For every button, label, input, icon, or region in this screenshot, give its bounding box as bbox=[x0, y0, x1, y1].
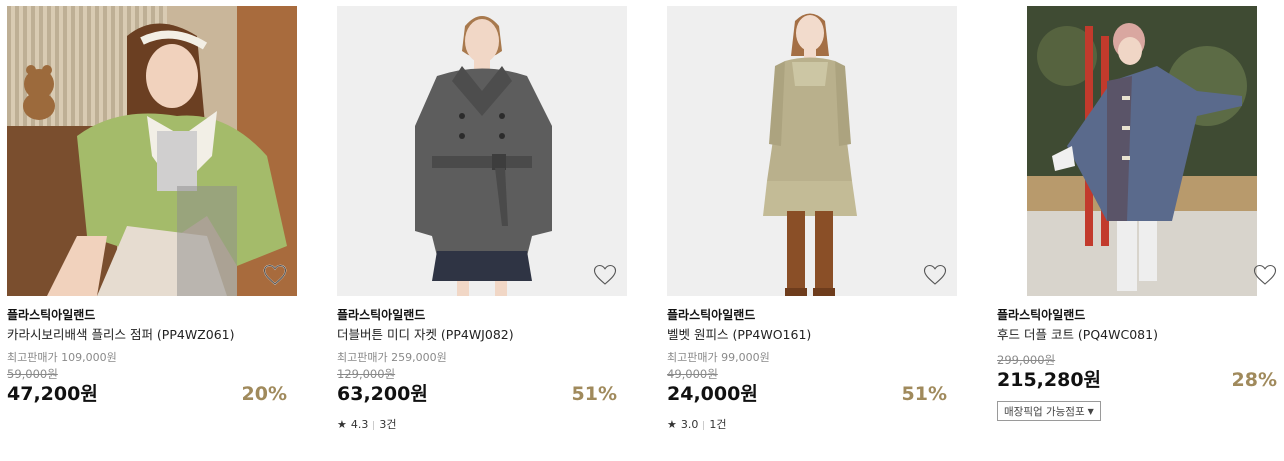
discount-rate: 51% bbox=[901, 383, 947, 405]
pickup-label: 매장픽업 가능점포 bbox=[1004, 405, 1085, 418]
product-photo-green-fleece-jacket bbox=[7, 6, 297, 296]
rating-score: 4.3 bbox=[350, 418, 369, 431]
sale-price: 215,280원 bbox=[997, 369, 1102, 391]
product-photo-hooded-duffle-coat bbox=[997, 6, 1284, 296]
rating-score: 3.0 bbox=[680, 418, 699, 431]
discount-rate: 51% bbox=[571, 383, 617, 405]
product-image[interactable] bbox=[667, 6, 957, 296]
product-name[interactable]: 후드 더플 코트 (PQ4WC081) bbox=[997, 327, 1284, 343]
product-image[interactable] bbox=[337, 6, 627, 296]
original-price: 49,000원 bbox=[667, 367, 718, 381]
store-pickup-dropdown[interactable]: 매장픽업 가능점포 ▼ bbox=[997, 401, 1101, 421]
brand-name[interactable]: 플라스틱아일랜드 bbox=[997, 307, 1284, 323]
discount-rate: 20% bbox=[241, 383, 287, 405]
triangle-down-icon: ▼ bbox=[1087, 406, 1094, 416]
original-price: 299,000원 bbox=[997, 353, 1056, 367]
sale-price: 47,200원 bbox=[7, 383, 98, 405]
product-card[interactable]: 플라스틱아일랜드 더블버튼 미디 자켓 (PP4WJ082) 최고판매가 259… bbox=[337, 6, 627, 432]
star-icon: ★ bbox=[667, 418, 677, 431]
product-image[interactable] bbox=[7, 6, 297, 296]
product-card[interactable]: 플라스틱아일랜드 벨벳 원피스 (PP4WO161) 최고판매가 99,000원… bbox=[667, 6, 957, 432]
product-grid: 플라스틱아일랜드 카라시보리배색 플리스 점퍼 (PP4WZ061) 최고판매가… bbox=[0, 0, 1284, 461]
product-image[interactable] bbox=[997, 6, 1284, 296]
sale-price: 24,000원 bbox=[667, 383, 758, 405]
brand-name[interactable]: 플라스틱아일랜드 bbox=[667, 307, 957, 323]
brand-name[interactable]: 플라스틱아일랜드 bbox=[337, 307, 627, 323]
brand-name[interactable]: 플라스틱아일랜드 bbox=[7, 307, 297, 323]
max-price-label: 최고판매가 259,000원 bbox=[337, 351, 447, 364]
original-price: 129,000원 bbox=[337, 367, 396, 381]
product-name[interactable]: 더블버튼 미디 자켓 (PP4WJ082) bbox=[337, 327, 627, 343]
heart-outline-icon[interactable] bbox=[1253, 264, 1277, 286]
review-summary[interactable]: ★ 3.0 1건 bbox=[667, 418, 957, 432]
heart-outline-icon[interactable] bbox=[593, 264, 617, 286]
divider bbox=[373, 420, 375, 430]
sale-price: 63,200원 bbox=[337, 383, 428, 405]
review-summary[interactable]: ★ 4.3 3건 bbox=[337, 418, 627, 432]
product-card[interactable]: 플라스틱아일랜드 후드 더플 코트 (PQ4WC081) 299,000원 21… bbox=[997, 6, 1284, 421]
max-price-label: 최고판매가 99,000원 bbox=[667, 351, 770, 364]
heart-outline-icon[interactable] bbox=[923, 264, 947, 286]
discount-rate: 28% bbox=[1231, 369, 1277, 391]
product-name[interactable]: 카라시보리배색 플리스 점퍼 (PP4WZ061) bbox=[7, 327, 297, 343]
divider bbox=[703, 420, 705, 430]
product-photo-gray-double-jacket bbox=[337, 6, 627, 296]
original-price: 59,000원 bbox=[7, 367, 58, 381]
review-count: 1건 bbox=[709, 418, 727, 431]
product-photo-velvet-dress bbox=[667, 6, 957, 296]
review-count: 3건 bbox=[379, 418, 397, 431]
star-icon: ★ bbox=[337, 418, 347, 431]
max-price-label: 최고판매가 109,000원 bbox=[7, 351, 117, 364]
product-name[interactable]: 벨벳 원피스 (PP4WO161) bbox=[667, 327, 957, 343]
product-card[interactable]: 플라스틱아일랜드 카라시보리배색 플리스 점퍼 (PP4WZ061) 최고판매가… bbox=[7, 6, 297, 408]
heart-outline-icon[interactable] bbox=[263, 264, 287, 286]
